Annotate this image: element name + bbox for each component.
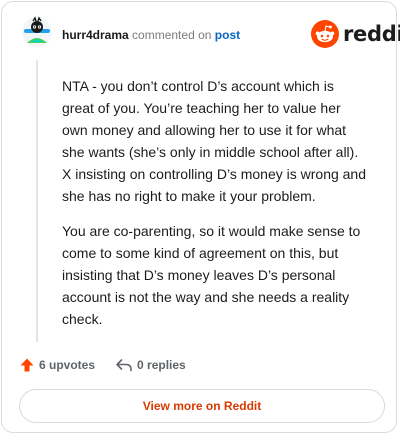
comment-paragraph: You are co-parenting, so it would make s… (62, 223, 361, 327)
comment-body: NTA - you don’t control D’s account whic… (62, 75, 368, 343)
thread-line (36, 60, 38, 342)
avatar[interactable] (21, 16, 53, 48)
comment-embed-card: hurr4drama commented on post reddit NTA … (1, 1, 400, 433)
upvote-arrow-icon (20, 358, 34, 372)
username-link[interactable]: hurr4drama (62, 28, 129, 42)
reddit-wordmark: reddit (343, 22, 400, 46)
commented-on-text: commented on (132, 28, 212, 42)
reddit-logo[interactable]: reddit (311, 20, 400, 48)
comment-header: hurr4drama commented on post (62, 27, 240, 43)
upvote-count: 6 upvotes (39, 358, 96, 372)
view-more-label: View more on Reddit (142, 399, 262, 413)
reply-button[interactable]: 0 replies (115, 357, 186, 373)
avatar-icon (21, 16, 53, 48)
post-link[interactable]: post (215, 28, 240, 42)
reply-arrow-icon (116, 359, 132, 372)
reply-count: 0 replies (137, 358, 186, 372)
comment-actions: 6 upvotes 0 replies (19, 355, 186, 375)
view-more-button[interactable]: View more on Reddit (19, 389, 385, 423)
reddit-snoo-icon (311, 20, 339, 48)
comment-paragraph: NTA - you don’t control D’s account whic… (62, 78, 367, 204)
upvote-button[interactable]: 6 upvotes (19, 357, 95, 373)
